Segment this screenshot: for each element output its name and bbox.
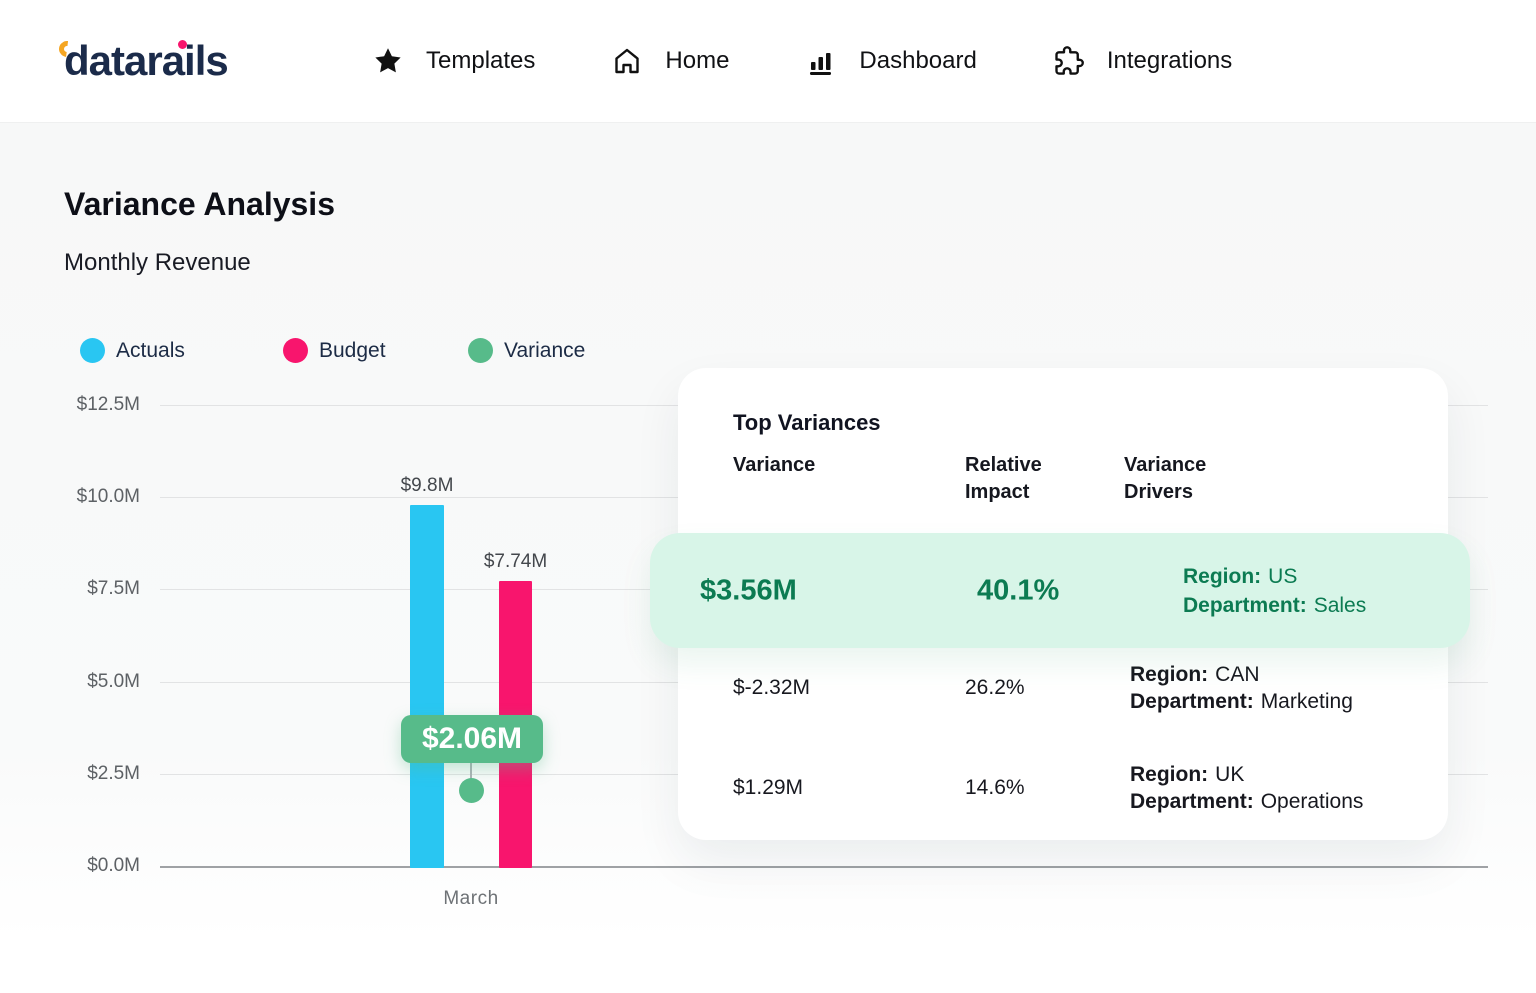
department-value: Operations xyxy=(1261,790,1364,813)
region-value: CAN xyxy=(1215,663,1259,686)
legend-item-variance[interactable]: Variance xyxy=(468,338,585,363)
nav-item-dashboard[interactable]: Dashboard xyxy=(805,45,976,77)
brand-logo-text: datarails xyxy=(64,34,228,88)
variance-tooltip: $2.06M xyxy=(401,715,543,763)
variance-value: $1.29M xyxy=(733,776,803,800)
budget-swatch xyxy=(283,338,308,363)
variance-value: $-2.32M xyxy=(733,676,810,700)
y-axis-tick: $12.5M xyxy=(40,394,140,416)
column-header-relative-impact: Relative Impact xyxy=(965,452,1075,506)
department-value: Marketing xyxy=(1261,690,1353,713)
impact-value: 40.1% xyxy=(977,574,1059,607)
impact-value: 14.6% xyxy=(965,776,1025,800)
legend-label: Actuals xyxy=(116,339,185,363)
legend-item-budget[interactable]: Budget xyxy=(283,338,386,363)
dashboard-icon xyxy=(805,45,837,77)
table-row-can-marketing[interactable]: $-2.32M 26.2% Region: CAN Department: Mark… xyxy=(678,658,1448,718)
bar-actuals[interactable]: $9.8M xyxy=(410,505,444,868)
card-title: Top Variances xyxy=(733,410,881,436)
y-axis-tick: $5.0M xyxy=(40,671,140,693)
nav-item-templates[interactable]: Templates xyxy=(372,45,535,77)
main-nav: Templates Home Dashboard Integrations xyxy=(372,0,1232,122)
region-label: Region: xyxy=(1183,565,1261,588)
variance-value: $3.56M xyxy=(700,574,797,607)
region-value: UK xyxy=(1215,763,1244,786)
department-label: Department: xyxy=(1130,790,1254,813)
nav-label: Templates xyxy=(426,47,535,75)
nav-item-home[interactable]: Home xyxy=(611,45,729,77)
legend-label: Variance xyxy=(504,339,585,363)
star-icon xyxy=(372,45,404,77)
logo-pink-dot xyxy=(178,40,187,49)
y-axis-tick: $7.5M xyxy=(40,578,140,600)
page-subtitle: Monthly Revenue xyxy=(64,249,251,277)
region-value: US xyxy=(1268,565,1297,588)
top-nav-bar: datarails Templates Home Dashb xyxy=(0,0,1536,122)
region-label: Region: xyxy=(1130,663,1208,686)
variance-analysis-screen: datarails Templates Home Dashb xyxy=(0,0,1536,993)
actuals-swatch xyxy=(80,338,105,363)
y-axis-tick: $0.0M xyxy=(40,855,140,877)
variance-point[interactable] xyxy=(459,778,484,803)
region-label: Region: xyxy=(1130,763,1208,786)
nav-label: Dashboard xyxy=(859,47,976,75)
bar-value-label: $7.74M xyxy=(484,551,547,573)
x-axis-label-march: March xyxy=(401,888,541,910)
bar-value-label: $9.8M xyxy=(401,475,454,497)
department-label: Department: xyxy=(1183,594,1307,617)
nav-item-integrations[interactable]: Integrations xyxy=(1053,45,1232,77)
variance-drivers: Region: US Department: Sales xyxy=(1183,562,1366,620)
y-axis-tick: $10.0M xyxy=(40,486,140,508)
y-axis-tick: $2.5M xyxy=(40,763,140,785)
table-row-uk-operations[interactable]: $1.29M 14.6% Region: UK Department: Operat… xyxy=(678,758,1448,818)
variance-swatch xyxy=(468,338,493,363)
column-header-variance-drivers: Variance Drivers xyxy=(1124,452,1244,506)
brand-logo[interactable]: datarails xyxy=(64,34,228,88)
chart-legend: Actuals Budget Variance xyxy=(0,338,700,366)
table-row-us-sales-highlighted[interactable]: $3.56M 40.1% Region: US Department: Sales xyxy=(650,533,1470,648)
puzzle-icon xyxy=(1053,45,1085,77)
variance-drivers: Region: UK Department: Operations xyxy=(1130,761,1363,815)
nav-label: Integrations xyxy=(1107,47,1232,75)
column-header-variance: Variance xyxy=(733,452,815,479)
nav-label: Home xyxy=(665,47,729,75)
legend-label: Budget xyxy=(319,339,386,363)
legend-item-actuals[interactable]: Actuals xyxy=(80,338,185,363)
x-axis-baseline xyxy=(160,866,1488,868)
home-icon xyxy=(611,45,643,77)
variance-drivers: Region: CAN Department: Marketing xyxy=(1130,661,1353,715)
page-title: Variance Analysis xyxy=(64,186,335,223)
department-label: Department: xyxy=(1130,690,1254,713)
department-value: Sales xyxy=(1314,594,1367,617)
impact-value: 26.2% xyxy=(965,676,1025,700)
